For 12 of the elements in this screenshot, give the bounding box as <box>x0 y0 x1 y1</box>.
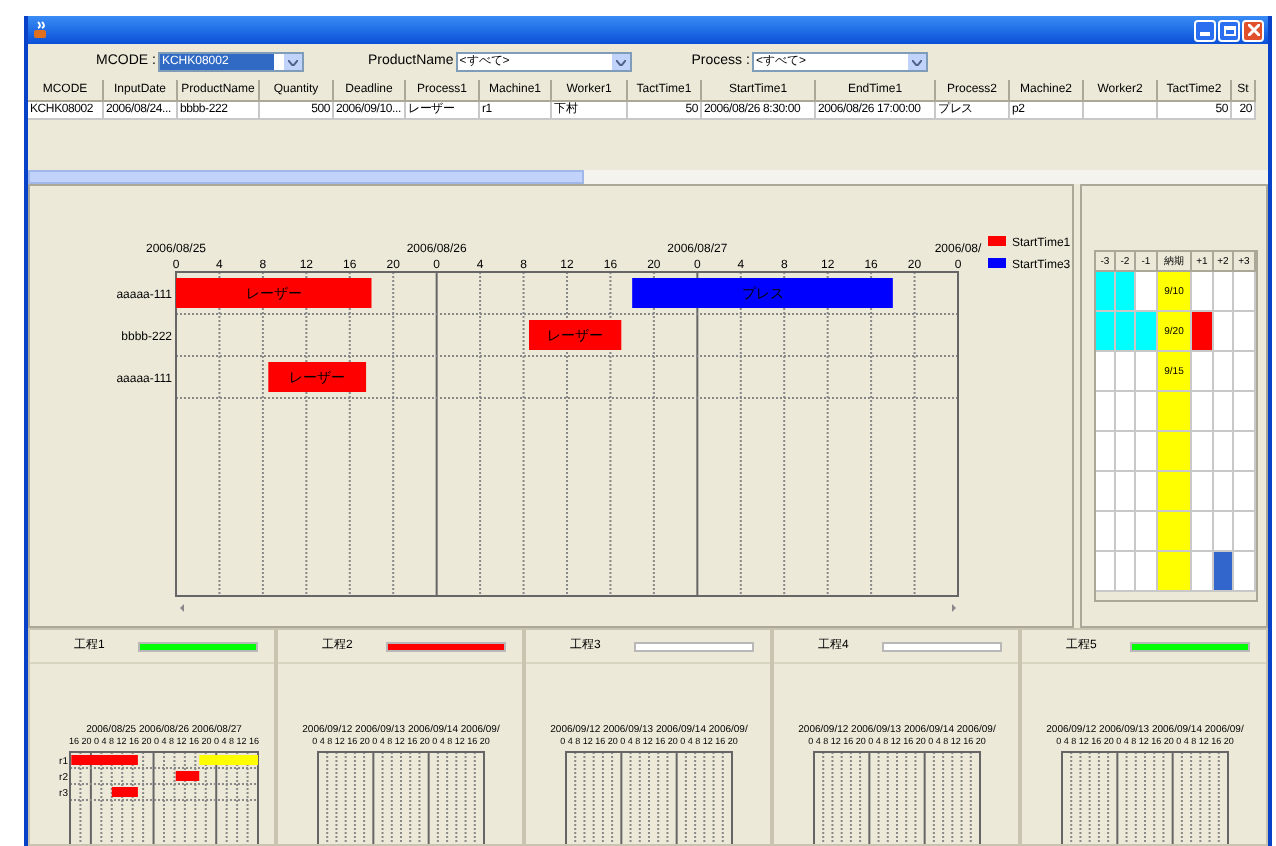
minimize-button[interactable] <box>1194 19 1216 41</box>
dropdown-arrow-icon <box>907 54 926 70</box>
scroll-right-icon[interactable] <box>952 604 956 612</box>
task-bar[interactable] <box>175 771 200 781</box>
app-icon <box>32 20 50 40</box>
dropdown-arrow-icon <box>283 54 302 70</box>
scroll-left-icon[interactable] <box>180 604 184 612</box>
dropdown-arrow-icon <box>611 54 630 70</box>
table-cell <box>1084 102 1158 120</box>
horizontal-scrollbar[interactable] <box>28 170 1268 184</box>
maximize-button[interactable] <box>1218 19 1240 41</box>
close-button[interactable] <box>1242 19 1264 41</box>
